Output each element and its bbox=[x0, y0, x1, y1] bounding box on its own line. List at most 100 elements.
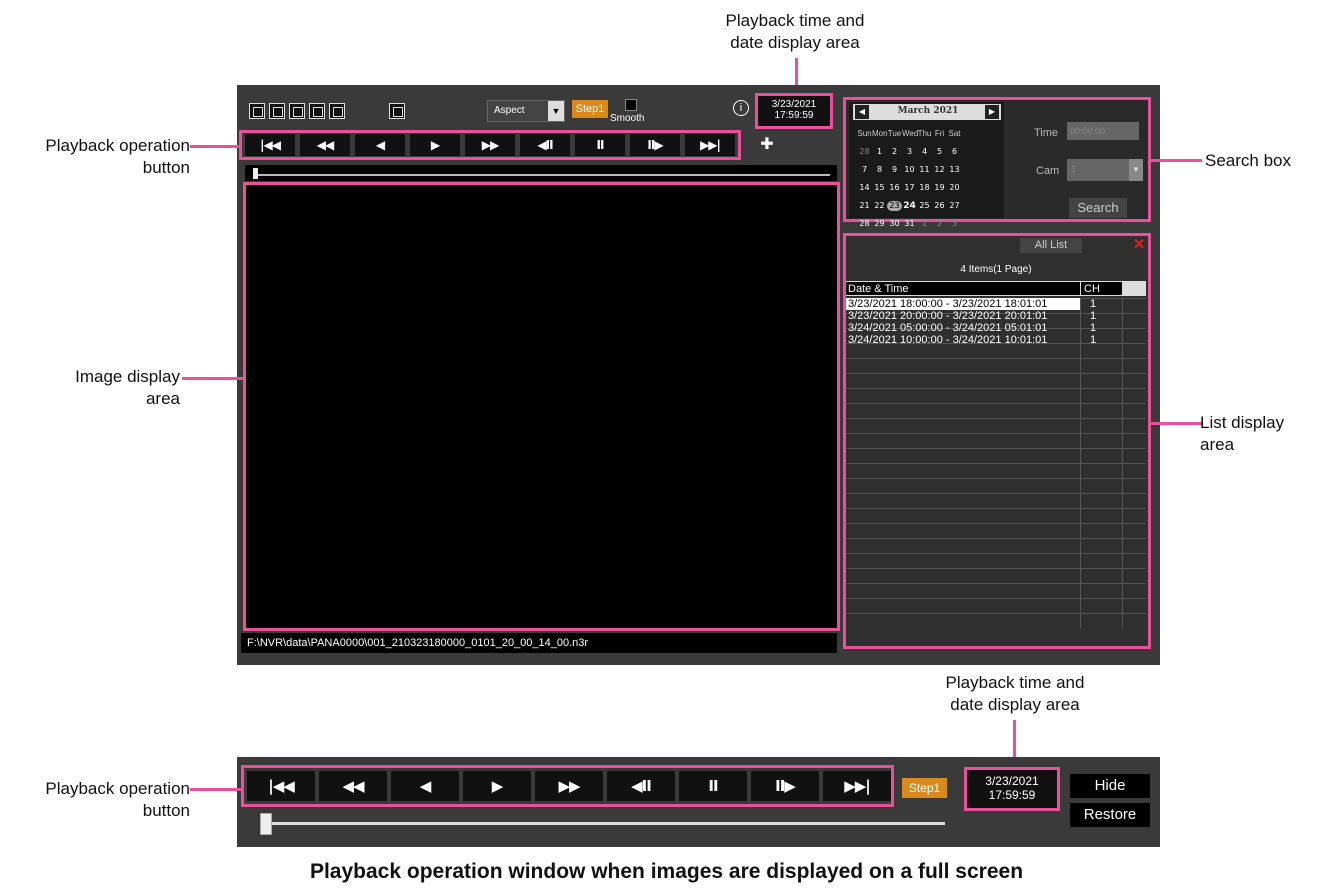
prev-month-button[interactable]: ◀ bbox=[855, 105, 869, 119]
restore-button[interactable]: Restore bbox=[1070, 803, 1150, 827]
calendar-day[interactable]: 27 bbox=[947, 201, 962, 211]
calendar-day[interactable]: 15 bbox=[872, 183, 887, 193]
fast-rewind-button[interactable]: ◀◀ bbox=[300, 134, 350, 156]
calendar-day[interactable]: 30 bbox=[887, 219, 902, 229]
close-icon[interactable]: ✕ bbox=[1132, 237, 1146, 253]
calendar-day[interactable]: 16 bbox=[887, 183, 902, 193]
calendar-day[interactable]: 21 bbox=[857, 201, 872, 211]
play-button[interactable]: ▶ bbox=[463, 771, 531, 801]
list-rows: 3/23/2021 18:00:00 - 3/23/2021 18:01:01 1… bbox=[846, 298, 1146, 628]
step-forward-button[interactable]: II▶ bbox=[751, 771, 819, 801]
go-to-start-button[interactable]: |◀◀ bbox=[247, 771, 315, 801]
play-button[interactable]: ▶ bbox=[410, 134, 460, 156]
seek-handle[interactable] bbox=[253, 168, 258, 179]
calendar-day[interactable]: 9 bbox=[887, 165, 902, 175]
calendar-day[interactable]: 28 bbox=[857, 219, 872, 229]
calendar-day[interactable]: 23 bbox=[887, 201, 902, 211]
calendar-weekday: Wed bbox=[902, 129, 919, 138]
callout-list-display: List display area bbox=[1200, 413, 1285, 454]
calendar-day[interactable]: 8 bbox=[872, 165, 887, 175]
col-ch[interactable]: CH bbox=[1084, 283, 1100, 295]
calendar-grid: SunMonTueWedThu Fri Sat 28 1 2 3 4 5 6 7 8 9 10 11 12 13… bbox=[857, 123, 962, 249]
info-icon[interactable]: i bbox=[733, 100, 749, 116]
calendar-day[interactable]: 1 bbox=[872, 147, 887, 157]
export-icon[interactable] bbox=[329, 103, 345, 119]
calendar-weekday: Fri bbox=[934, 129, 945, 138]
calendar-day[interactable]: 28 bbox=[857, 147, 872, 157]
calendar-day[interactable]: 7 bbox=[857, 165, 872, 175]
aspect-select[interactable]: Aspect ▼ bbox=[487, 100, 565, 122]
search-button[interactable]: Search bbox=[1069, 198, 1127, 218]
calendar-day[interactable]: 29 bbox=[872, 219, 887, 229]
go-to-end-button[interactable]: ▶▶| bbox=[685, 134, 735, 156]
calendar-day[interactable]: 5 bbox=[932, 147, 947, 157]
next-month-button[interactable]: ▶ bbox=[985, 105, 999, 119]
datetime-time: 17:59:59 bbox=[774, 110, 814, 121]
calendar-day[interactable]: 17 bbox=[902, 183, 917, 193]
chevron-down-icon: ▼ bbox=[548, 101, 564, 121]
search-cam-label: Cam bbox=[1036, 165, 1060, 177]
seek-bar-bottom[interactable] bbox=[257, 813, 947, 837]
list-item[interactable]: 3/23/2021 18:00:00 - 3/23/2021 18:01:01 1 bbox=[846, 298, 1096, 310]
calendar-day[interactable]: 4 bbox=[917, 147, 932, 157]
step-button-bottom[interactable]: Step1 bbox=[902, 778, 947, 798]
calendar-day[interactable]: 6 bbox=[947, 147, 962, 157]
callout-playback-op-bottom: Playback operation button bbox=[45, 779, 190, 820]
tab-all-list[interactable]: All List bbox=[1020, 238, 1082, 253]
search-time-input[interactable]: 00:00:00 bbox=[1067, 122, 1139, 140]
calendar-day[interactable]: 24 bbox=[902, 201, 917, 211]
datetime-date: 3/23/2021 bbox=[771, 99, 817, 110]
hide-button[interactable]: Hide bbox=[1070, 774, 1150, 798]
step-forward-button[interactable]: II▶ bbox=[630, 134, 680, 156]
calendar-day[interactable]: 19 bbox=[932, 183, 947, 193]
folder-icon[interactable] bbox=[269, 103, 285, 119]
puzzle-icon[interactable]: ✚ bbox=[757, 135, 777, 155]
calendar-day[interactable]: 25 bbox=[917, 201, 932, 211]
calendar-day[interactable]: 11 bbox=[917, 165, 932, 175]
datetime-display: 3/23/2021 17:59:59 bbox=[755, 93, 833, 129]
print-icon[interactable] bbox=[309, 103, 325, 119]
fast-forward-button[interactable]: ▶▶ bbox=[465, 134, 515, 156]
pause-button[interactable]: II bbox=[679, 771, 747, 801]
smooth-label: Smooth bbox=[610, 113, 645, 124]
search-cam-select[interactable]: 1 ▼ bbox=[1067, 159, 1143, 181]
seek-handle-bottom[interactable] bbox=[260, 813, 272, 835]
go-to-end-button[interactable]: ▶▶| bbox=[823, 771, 891, 801]
list-item[interactable]: 3/23/2021 20:00:00 - 3/23/2021 20:01:01 1 bbox=[846, 310, 1146, 322]
fast-rewind-button[interactable]: ◀◀ bbox=[319, 771, 387, 801]
list-item[interactable]: 3/24/2021 05:00:00 - 3/24/2021 05:01:01 1 bbox=[846, 322, 1146, 334]
calendar-day[interactable]: 3 bbox=[902, 147, 917, 157]
calendar-day[interactable]: 13 bbox=[947, 165, 962, 175]
calendar-day[interactable]: 1 bbox=[917, 219, 932, 229]
callout-image-display: Image display area bbox=[75, 367, 180, 408]
smooth-checkbox[interactable] bbox=[625, 99, 637, 111]
calendar-weekday: Tue bbox=[887, 129, 902, 138]
col-datetime[interactable]: Date & Time bbox=[848, 283, 909, 295]
calendar-day[interactable]: 14 bbox=[857, 183, 872, 193]
calendar-day[interactable]: 26 bbox=[932, 201, 947, 211]
open-file-icon[interactable] bbox=[249, 103, 265, 119]
seek-bar[interactable] bbox=[245, 165, 837, 181]
step-button[interactable]: Step1 bbox=[572, 100, 608, 118]
fast-forward-button[interactable]: ▶▶ bbox=[535, 771, 603, 801]
reverse-play-button[interactable]: ◀ bbox=[391, 771, 459, 801]
calendar-day[interactable]: 3 bbox=[947, 219, 962, 229]
calendar-day[interactable]: 31 bbox=[902, 219, 917, 229]
calendar-day[interactable]: 18 bbox=[917, 183, 932, 193]
playback-window: Aspect ▼ Step1 Smooth i 3/23/2021 17:59:… bbox=[237, 85, 1160, 665]
calendar-day[interactable]: 10 bbox=[902, 165, 917, 175]
pause-button[interactable]: II bbox=[575, 134, 625, 156]
calendar-day[interactable]: 20 bbox=[947, 183, 962, 193]
save-icon[interactable] bbox=[289, 103, 305, 119]
callout-playback-op-top: Playback operation button bbox=[45, 136, 190, 177]
reverse-play-button[interactable]: ◀ bbox=[355, 134, 405, 156]
calendar-day[interactable]: 22 bbox=[872, 201, 887, 211]
go-to-start-button[interactable]: |◀◀ bbox=[245, 134, 295, 156]
display-mode-icon[interactable] bbox=[389, 103, 405, 119]
step-back-button[interactable]: ◀II bbox=[520, 134, 570, 156]
calendar-day[interactable]: 2 bbox=[932, 219, 947, 229]
step-back-button[interactable]: ◀II bbox=[607, 771, 675, 801]
calendar-day[interactable]: 12 bbox=[932, 165, 947, 175]
calendar-day[interactable]: 2 bbox=[887, 147, 902, 157]
list-item[interactable]: 3/24/2021 10:00:00 - 3/24/2021 10:01:01 1 bbox=[846, 334, 1146, 346]
